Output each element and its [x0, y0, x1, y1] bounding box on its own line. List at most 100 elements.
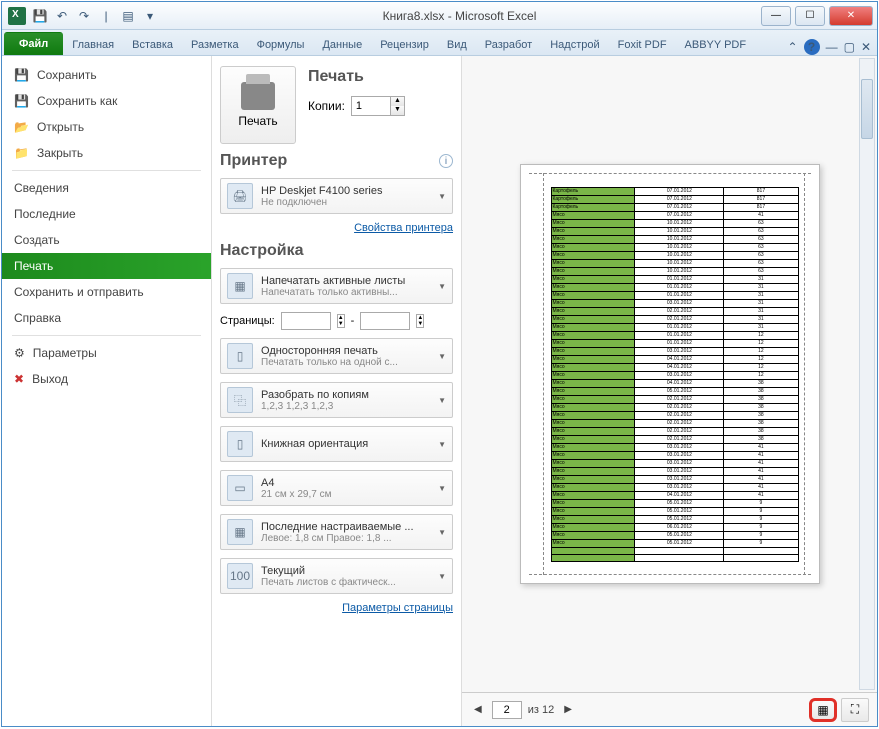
tab-abbyy[interactable]: ABBYY PDF [676, 34, 756, 55]
window-title: Книга8.xlsx - Microsoft Excel [160, 9, 759, 23]
scaling-select[interactable]: 100 Текущий Печать листов с фактическ...… [220, 558, 453, 594]
doc-restore-icon[interactable]: ▢ [844, 40, 855, 54]
save-as-icon: 💾 [14, 94, 29, 108]
portrait-icon: ▯ [227, 431, 253, 457]
tab-addins[interactable]: Надстрой [541, 34, 608, 55]
tab-insert[interactable]: Вставка [123, 34, 182, 55]
margin-guide [529, 574, 811, 575]
paper-select[interactable]: ▭ A4 21 см x 29,7 см ▼ [220, 470, 453, 506]
sidebar-item-print[interactable]: Печать [2, 253, 211, 279]
sidebar-item-exit[interactable]: ✖Выход [2, 366, 211, 392]
chevron-down-icon: ▼ [438, 396, 446, 405]
sides-select[interactable]: ▯ Односторонняя печать Печатать только н… [220, 338, 453, 374]
sidebar-item-close[interactable]: 📁Закрыть [2, 140, 211, 166]
setting-label: Последние настраиваемые ... [261, 521, 430, 533]
redo-icon[interactable]: ↷ [74, 6, 94, 26]
chevron-down-icon: ▼ [438, 192, 446, 201]
undo-icon[interactable]: ↶ [52, 6, 72, 26]
page-prev-button[interactable]: ◀ [470, 702, 486, 717]
sidebar-item-save-send[interactable]: Сохранить и отправить [2, 279, 211, 305]
page-of-label: из 12 [528, 704, 554, 716]
help-icon[interactable]: ? [804, 39, 820, 55]
printer-status: Не подключен [261, 197, 430, 208]
sidebar-item-new[interactable]: Создать [2, 227, 211, 253]
chevron-down-icon: ▼ [438, 572, 446, 581]
collate-icon: ⿻ [227, 387, 253, 413]
page-number-input[interactable] [492, 701, 522, 719]
tab-home[interactable]: Главная [63, 34, 123, 55]
tab-view[interactable]: Вид [438, 34, 476, 55]
pages-to-input[interactable] [360, 312, 410, 330]
setting-label: Текущий [261, 565, 430, 577]
table-row: Мясо02.01.201238 [551, 412, 798, 420]
table-row: Мясо02.01.201231 [551, 308, 798, 316]
printer-properties-link[interactable]: Свойства принтера [220, 222, 453, 234]
table-row: Мясо04.01.201241 [551, 492, 798, 500]
page-setup-link[interactable]: Параметры страницы [220, 602, 453, 614]
paper-icon: ▭ [227, 475, 253, 501]
pages-from-down[interactable]: ▼ [338, 321, 344, 327]
printer-header: Принтер [220, 152, 287, 170]
table-row: Мясо01.01.201231 [551, 284, 798, 292]
print-what-select[interactable]: ▦ Напечатать активные листы Напечатать т… [220, 268, 453, 304]
orientation-select[interactable]: ▯ Книжная ориентация ▼ [220, 426, 453, 462]
tab-layout[interactable]: Разметка [182, 34, 248, 55]
tab-developer[interactable]: Разработ [476, 34, 541, 55]
table-row: Мясо02.01.201238 [551, 420, 798, 428]
pages-sep: - [351, 315, 355, 327]
sidebar-item-label: Сохранить и отправить [14, 285, 144, 299]
save-icon: 💾 [14, 68, 29, 82]
qat-sep-icon: | [96, 6, 116, 26]
copies-input[interactable] [352, 97, 390, 115]
sidebar-item-save-as[interactable]: 💾Сохранить как [2, 88, 211, 114]
zoom-to-page-button[interactable]: ⛶ [841, 698, 869, 722]
close-button[interactable]: ✕ [829, 6, 873, 26]
page-next-button[interactable]: ▶ [560, 702, 576, 717]
show-margins-button[interactable]: ▦ [809, 698, 837, 722]
printer-select[interactable]: 🖨 HP Deskjet F4100 series Не подключен ▼ [220, 178, 453, 214]
sidebar-item-options[interactable]: ⚙Параметры [2, 340, 211, 366]
sidebar-item-label: Последние [14, 207, 76, 221]
sidebar-item-save[interactable]: 💾Сохранить [2, 62, 211, 88]
table-row: Мясо04.01.201212 [551, 364, 798, 372]
sidebar-item-label: Параметры [33, 346, 97, 360]
minimize-button[interactable]: — [761, 6, 791, 26]
copies-spinner[interactable]: ▲▼ [351, 96, 405, 116]
tab-formulas[interactable]: Формулы [248, 34, 314, 55]
scaling-icon: 100 [227, 563, 253, 589]
chevron-down-icon: ▼ [438, 282, 446, 291]
print-button[interactable]: Печать [220, 66, 296, 144]
maximize-button[interactable]: ☐ [795, 6, 825, 26]
spinner-down-icon[interactable]: ▼ [391, 106, 404, 115]
sidebar-item-open[interactable]: 📂Открыть [2, 114, 211, 140]
table-row: Мясо07.01.201241 [551, 212, 798, 220]
doc-close-icon[interactable]: ✕ [861, 40, 871, 54]
doc-minimize-icon[interactable]: — [826, 40, 838, 54]
table-row: Мясо02.01.201238 [551, 436, 798, 444]
print-preview-icon[interactable]: ▤ [118, 6, 138, 26]
tab-review[interactable]: Рецензир [371, 34, 438, 55]
pages-to-down[interactable]: ▼ [417, 321, 423, 327]
ribbon-minimize-icon[interactable]: ⌃ [788, 40, 798, 54]
table-row: Мясо05.01.20129 [551, 516, 798, 524]
pages-from-input[interactable] [281, 312, 331, 330]
table-row: Мясо03.01.201212 [551, 372, 798, 380]
table-row: Мясо05.01.20129 [551, 532, 798, 540]
sidebar-item-recent[interactable]: Последние [2, 201, 211, 227]
qat-more-icon[interactable]: ▾ [140, 6, 160, 26]
sidebar-item-info[interactable]: Сведения [2, 175, 211, 201]
sidebar-item-help[interactable]: Справка [2, 305, 211, 331]
collate-select[interactable]: ⿻ Разобрать по копиям 1,2,3 1,2,3 1,2,3 … [220, 382, 453, 418]
tab-foxit[interactable]: Foxit PDF [609, 34, 676, 55]
table-row: Мясо10.01.201263 [551, 228, 798, 236]
margins-select[interactable]: ▦ Последние настраиваемые ... Левое: 1,8… [220, 514, 453, 550]
save-icon[interactable]: 💾 [30, 6, 50, 26]
table-row: Мясо04.01.201238 [551, 380, 798, 388]
table-row: Мясо03.01.201241 [551, 468, 798, 476]
copies-label: Копии: [308, 99, 345, 113]
spinner-up-icon[interactable]: ▲ [391, 97, 404, 106]
tab-file[interactable]: Файл [4, 32, 63, 55]
tab-data[interactable]: Данные [313, 34, 371, 55]
table-row [551, 555, 798, 562]
printer-info-icon[interactable]: i [439, 154, 453, 168]
